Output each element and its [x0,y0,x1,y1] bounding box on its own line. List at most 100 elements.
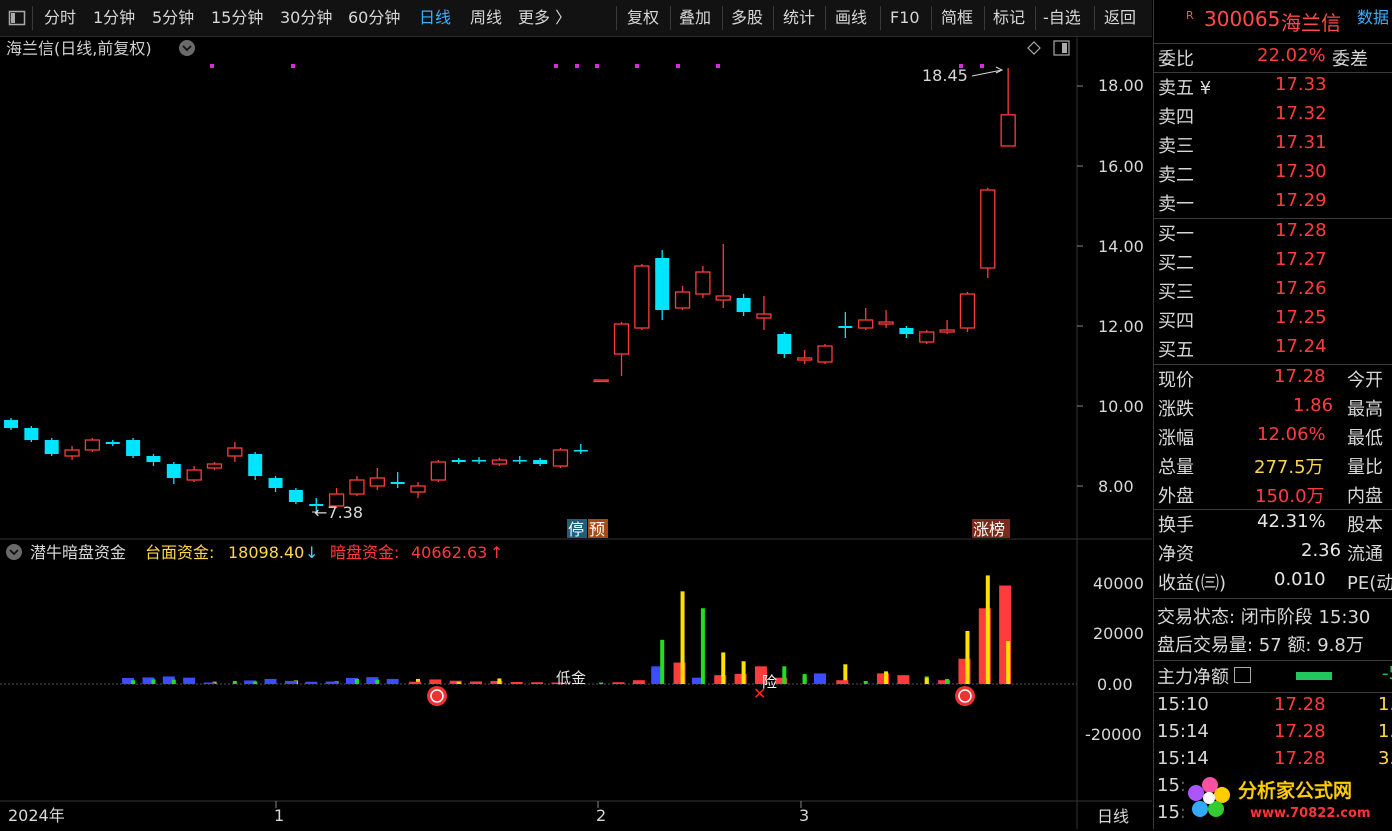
indicator-bar [836,680,849,684]
title-dropdown-icon[interactable] [179,40,195,56]
candle [227,442,243,462]
quote-row: 现价 17.28 今开 [1154,366,1392,395]
candle [756,296,772,330]
remove-watchlist-button[interactable]: -自选 [1043,0,1081,36]
draw-line-button[interactable]: 画线 [835,0,867,36]
indicator-bar [700,608,705,684]
indicator-label1: 台面资金: [145,543,214,562]
indicator-tick: 0.00 [1097,675,1133,694]
indicator-label2: 暗盘资金: [330,543,399,562]
list-icon[interactable] [1234,667,1251,683]
candle [146,454,161,466]
indicator-bar [253,681,258,684]
candle [206,462,223,470]
stat-label2: 今开 [1347,370,1383,391]
quote-row: 收益(㈢) 0.010 PE(动) [1154,569,1392,598]
kline-chart[interactable]: 海兰信(日线,前复权) 18.00 16.00 14.00 12.00 10.0… [0,36,1152,829]
candle [674,286,691,310]
indicator-bar [660,639,665,684]
price-tick: 14.00 [1098,237,1144,256]
indicator-tick: -20000 [1085,725,1142,744]
candle [797,350,813,364]
period-1min[interactable]: 1分钟 [93,0,135,36]
stat-value: 277.5万 [1254,457,1324,478]
layout-icon[interactable] [1053,40,1070,56]
bid-price: 17.27 [1275,249,1327,270]
indicator-bar [965,630,970,684]
quote-header: R 300065 海兰信 数据 [1154,4,1392,36]
indicator-bar [1006,641,1011,684]
indicator-bar [985,575,990,684]
ask-label: 卖二 [1158,165,1194,186]
period-15min[interactable]: 15分钟 [211,0,263,36]
indicator-bar [945,678,950,684]
quote-row: 买四 17.25 [1154,307,1392,336]
overlay-button[interactable]: 叠加 [679,0,711,36]
quote-row: 换手 42.31% 股本 [1154,511,1392,540]
indicator-arrow1: ↓ [305,543,318,562]
quote-row: 买五 17.24 [1154,336,1392,365]
period-more[interactable]: 更多 〉 [518,0,571,36]
f10-button[interactable]: F10 [890,0,920,36]
candle [84,438,101,452]
indicator-bar [632,680,645,684]
period-30min[interactable]: 30分钟 [280,0,332,36]
candle [472,457,487,464]
candle [166,462,181,484]
indicator-bar [680,591,685,684]
candle [64,446,80,460]
period-weekly[interactable]: 周线 [470,0,502,36]
back-button[interactable]: 返回 [1104,0,1136,36]
candle [899,326,914,338]
stat-label: 净资 [1158,544,1194,565]
trade-status: 交易状态: 闭市阶段 15:30 [1157,607,1371,628]
svg-text:3: 3 [799,806,809,825]
tick-price: 17.28 [1274,748,1326,769]
multi-stock-button[interactable]: 多股 [731,0,763,36]
candle [349,476,365,496]
stat-label: 涨幅 [1158,428,1194,449]
sidebar-toggle-icon[interactable] [8,0,26,36]
forecast-marker[interactable]: 预 [588,519,608,539]
quote-row: 外盘 150.0万 内盘 [1154,482,1392,511]
indicator-bar [171,679,176,684]
candle [288,488,303,504]
indicator-bar [151,679,156,684]
period-fenshi[interactable]: 分时 [44,0,76,36]
indicator-bar [863,680,868,684]
indicator-tick: 20000 [1093,624,1144,643]
bid-price: 17.28 [1275,220,1327,241]
quote-row: 涨幅 12.06% 最低 [1154,424,1392,453]
ask-label: 卖三 [1158,136,1194,157]
indicator-bar [897,675,910,684]
tick-volume: 1. [1378,721,1392,742]
stat-label2: 流通 [1347,544,1383,565]
indicator-bar [924,677,929,684]
period-5min[interactable]: 5分钟 [152,0,194,36]
low-fund-tag: 低金 [556,669,586,687]
candle [715,244,731,308]
stock-code: 300065 [1204,7,1281,31]
suspend-marker[interactable]: 停 [567,519,587,539]
stat-label2: 股本 [1347,515,1383,536]
period-daily[interactable]: 日线 [419,0,451,36]
signal-dots [210,64,984,68]
fuquan-button[interactable]: 复权 [627,0,659,36]
candle [1000,68,1016,147]
period-60min[interactable]: 60分钟 [348,0,400,36]
low-annotation: ←7.38 [314,503,363,522]
statistics-button[interactable]: 统计 [783,0,815,36]
candle [105,440,120,446]
data-tab[interactable]: 数据 [1357,4,1389,28]
indicator-tick: 40000 [1093,574,1144,593]
mark-button[interactable]: 标记 [993,0,1025,36]
panel-icon [8,10,26,26]
svg-text:分析家公式网: 分析家公式网 [1238,779,1352,802]
tick-time: 15:14 [1157,721,1209,742]
limit-up-list-marker[interactable]: 涨榜 [972,519,1010,539]
simple-frame-button[interactable]: 简框 [941,0,973,36]
indicator-dropdown-icon[interactable] [6,544,22,560]
price-tick: 8.00 [1098,477,1134,496]
diamond-icon[interactable] [1027,41,1041,55]
candle [512,456,527,464]
